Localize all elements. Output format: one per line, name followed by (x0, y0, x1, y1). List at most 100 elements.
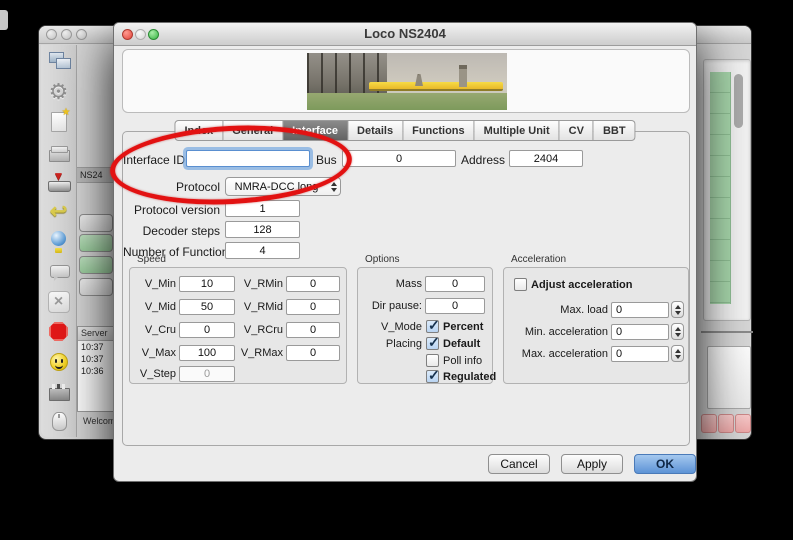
tab-multiple-unit[interactable]: Multiple Unit (475, 120, 560, 141)
cancel-button[interactable]: Cancel (488, 454, 550, 474)
max-load-stepper[interactable] (671, 301, 684, 318)
mouse-icon[interactable] (45, 409, 73, 434)
zoom-button[interactable] (148, 29, 159, 40)
loco-panel-button[interactable] (79, 214, 113, 232)
main-zoom-button[interactable] (76, 29, 87, 40)
network-icon[interactable] (45, 49, 73, 74)
v-min-input[interactable] (179, 276, 235, 292)
regulated-checkbox-label: Regulated (443, 371, 496, 383)
emergency-stop-icon[interactable] (45, 319, 73, 344)
close-x-icon[interactable]: × (45, 289, 73, 314)
banner (122, 49, 690, 113)
v-cru-input[interactable] (179, 322, 235, 338)
v-rmid-input[interactable] (286, 299, 340, 315)
percent-checkbox-label: Percent (443, 321, 483, 333)
tab-details[interactable]: Details (348, 120, 403, 141)
v-rmax-input[interactable] (286, 345, 340, 361)
tab-bbt[interactable]: BBT (594, 120, 636, 141)
speed-group-label: Speed (137, 254, 166, 265)
min-acceleration-input[interactable] (611, 324, 669, 340)
server-log-panel: Server 10:37 10:37 10:36 (77, 326, 114, 412)
loco-list-item[interactable]: NS24 (77, 167, 114, 183)
v-mid-label: V_Mid (134, 301, 176, 313)
lightbulb-icon[interactable] (45, 229, 73, 254)
main-close-button[interactable] (46, 29, 57, 40)
adjust-acceleration-checkbox[interactable] (514, 278, 527, 291)
dialog-titlebar: Loco NS2404 (114, 23, 696, 46)
close-button[interactable] (122, 29, 133, 40)
address-input[interactable] (509, 150, 583, 167)
default-checkbox-label: Default (443, 338, 480, 350)
protocol-version-label: Protocol version (123, 203, 220, 217)
loco-dialog: Loco NS2404 Index General Interface Deta… (113, 22, 697, 482)
bus-input[interactable] (342, 150, 456, 167)
max-load-label: Max. load (506, 304, 608, 316)
smiley-icon[interactable] (45, 349, 73, 374)
function-button-pink[interactable] (701, 414, 717, 433)
mass-label: Mass (360, 278, 422, 290)
ok-button[interactable]: OK (634, 454, 696, 474)
v-step-label: V_Step (134, 368, 176, 380)
new-file-icon[interactable] (45, 109, 73, 134)
decoder-steps-label: Decoder steps (123, 224, 220, 238)
function-button-pink[interactable] (718, 414, 734, 433)
settings-gears-icon[interactable]: ⚙ (45, 79, 73, 104)
max-acceleration-input[interactable] (611, 346, 669, 362)
options-groupbox: Mass Dir pause: V_Mode Percent Placing D… (357, 267, 493, 384)
open-folder-icon[interactable] (45, 139, 73, 164)
v-rmid-label: V_RMid (235, 301, 283, 313)
green-field (307, 93, 507, 110)
dialog-title: Loco NS2404 (114, 23, 696, 45)
main-minimize-button[interactable] (61, 29, 72, 40)
regulated-checkbox[interactable] (426, 370, 439, 383)
log-entry: 10:37 (78, 341, 113, 353)
log-column-header: Server (78, 327, 113, 341)
loco-panel-button-green[interactable] (79, 256, 113, 274)
log-entry: 10:36 (78, 365, 113, 377)
save-icon[interactable] (45, 169, 73, 194)
default-checkbox[interactable] (426, 337, 439, 350)
v-cru-label: V_Cru (134, 324, 176, 336)
tab-cv[interactable]: CV (560, 120, 594, 141)
background-window-sliver (0, 10, 8, 30)
poll-info-checkbox[interactable] (426, 354, 439, 367)
mass-input[interactable] (425, 276, 485, 292)
v-rmax-label: V_RMax (235, 347, 283, 359)
apply-button[interactable]: Apply (561, 454, 623, 474)
max-acceleration-stepper[interactable] (671, 345, 684, 362)
tab-functions[interactable]: Functions (403, 120, 475, 141)
chat-bubble-icon[interactable] (45, 259, 73, 284)
dir-pause-input[interactable] (425, 298, 485, 314)
max-load-input[interactable] (611, 302, 669, 318)
v-rcru-input[interactable] (286, 322, 340, 338)
function-button-pink[interactable] (735, 414, 751, 433)
side-panel-box (707, 346, 751, 409)
layout-table-panel (703, 59, 751, 321)
banner-photo (307, 53, 507, 110)
track-grid[interactable] (710, 72, 731, 304)
dir-pause-label: Dir pause: (360, 300, 422, 312)
vertical-scrollbar[interactable] (734, 74, 743, 128)
v-max-input[interactable] (179, 345, 235, 361)
v-step-input[interactable] (179, 366, 235, 382)
v-mid-input[interactable] (179, 299, 235, 315)
poll-info-checkbox-label: Poll info (443, 355, 482, 367)
undo-icon[interactable]: ↩ (45, 199, 73, 224)
v-rmin-input[interactable] (286, 276, 340, 292)
windmill (415, 74, 423, 86)
speed-groupbox: V_Min V_RMin V_Mid V_RMid V_Cru V_RCru (129, 267, 347, 384)
number-of-function-input[interactable] (225, 242, 300, 259)
workbench-icon[interactable] (45, 379, 73, 404)
max-acceleration-label: Max. acceleration (506, 348, 608, 360)
v-mode-label: V_Mode (360, 321, 422, 333)
acceleration-group-label: Acceleration (511, 254, 566, 265)
options-group-label: Options (365, 254, 399, 265)
divider (701, 331, 753, 333)
percent-checkbox[interactable] (426, 320, 439, 333)
loco-panel-button[interactable] (79, 278, 113, 296)
decoder-steps-input[interactable] (225, 221, 300, 238)
min-acceleration-stepper[interactable] (671, 323, 684, 340)
loco-panel-button-green[interactable] (79, 234, 113, 252)
minimize-button[interactable] (135, 29, 146, 40)
placing-label: Placing (360, 338, 422, 350)
